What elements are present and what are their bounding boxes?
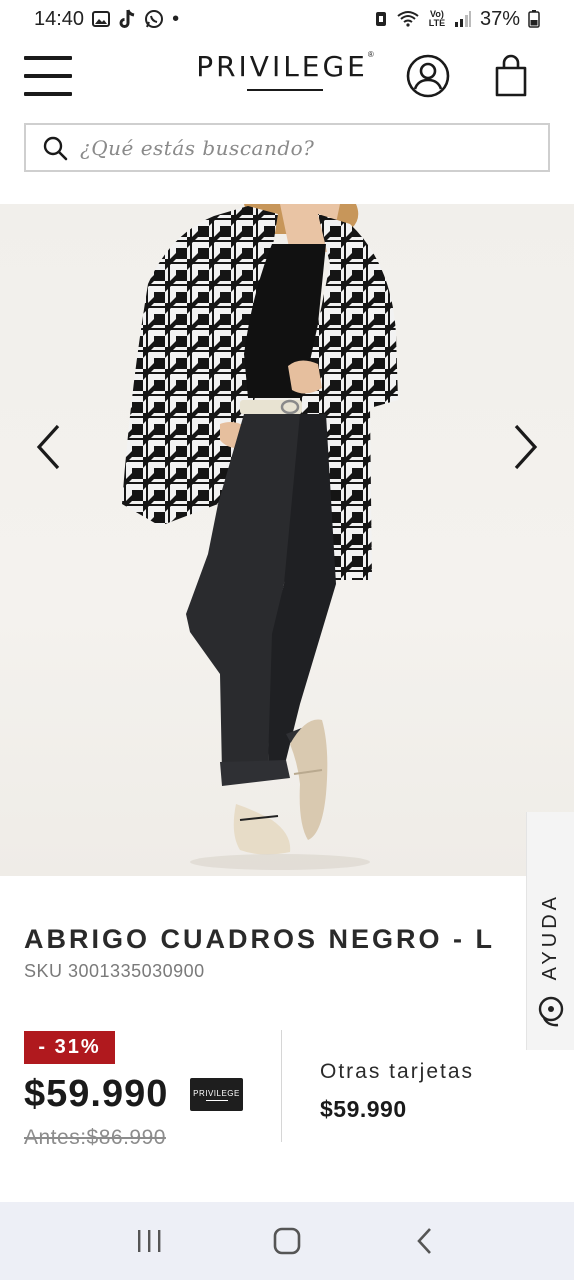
brand-underline xyxy=(247,89,323,91)
hamburger-icon-line xyxy=(24,56,72,60)
help-label: AYUDA xyxy=(539,892,561,980)
discount-badge: - 31% xyxy=(24,1031,115,1064)
recent-apps-icon xyxy=(138,1230,161,1252)
privilege-card-underline xyxy=(205,1099,228,1101)
privilege-card-badge: PRIVILEGE xyxy=(190,1078,243,1111)
search-bar[interactable] xyxy=(24,123,550,172)
back-button[interactable] xyxy=(400,1216,450,1266)
home-icon xyxy=(273,1227,301,1255)
chevron-right-icon xyxy=(514,424,538,470)
product-image-carousel[interactable] xyxy=(0,204,574,876)
brand-registered-mark: ® xyxy=(367,50,374,59)
chat-support-icon xyxy=(538,996,563,1027)
tiktok-icon xyxy=(118,9,136,29)
chevron-left-icon xyxy=(36,424,60,470)
account-button[interactable] xyxy=(406,54,450,98)
carousel-prev-button[interactable] xyxy=(28,422,68,472)
home-button[interactable] xyxy=(262,1216,312,1266)
status-right: Vo) LTE 37% xyxy=(374,8,540,31)
hamburger-icon-line xyxy=(24,74,72,78)
recent-apps-button[interactable] xyxy=(124,1216,174,1266)
wifi-icon xyxy=(396,10,420,28)
product-title: ABRIGO CUADROS NEGRO - L xyxy=(24,924,496,954)
gallery-icon xyxy=(92,11,111,27)
price-divider xyxy=(281,1030,282,1142)
price-before: Antes:$86.990 xyxy=(24,1126,166,1149)
battery-percent: 37% xyxy=(479,7,520,30)
network-type: Vo) LTE xyxy=(428,9,446,28)
site-header: PRIVILEGE® xyxy=(0,38,574,116)
status-left: 14:40 • xyxy=(34,8,179,31)
status-time: 14:40 xyxy=(34,7,85,30)
back-icon xyxy=(417,1228,431,1254)
search-input[interactable] xyxy=(80,135,520,160)
system-navigation-bar xyxy=(0,1202,574,1280)
user-icon xyxy=(406,54,450,98)
privilege-card-label: PRIVILEGE xyxy=(193,1088,240,1098)
carousel-next-button[interactable] xyxy=(506,422,546,472)
product-price: $59.990 xyxy=(24,1073,169,1115)
cart-button[interactable] xyxy=(494,54,528,98)
hamburger-icon-line xyxy=(24,92,72,96)
status-dot: • xyxy=(172,7,180,30)
help-button[interactable]: AYUDA xyxy=(526,812,574,1050)
other-cards-label: Otras tarjetas xyxy=(320,1060,475,1083)
product-photo xyxy=(122,204,398,870)
status-bar: 14:40 • Vo) LTE 37% xyxy=(0,0,574,38)
data-saver-icon xyxy=(374,10,388,28)
battery-icon xyxy=(528,10,540,28)
shopping-bag-icon xyxy=(495,54,527,97)
other-cards-price: $59.990 xyxy=(320,1096,407,1122)
whatsapp-icon xyxy=(144,9,164,29)
brand-logo[interactable]: PRIVILEGE® xyxy=(190,50,380,91)
brand-name: PRIVILEGE xyxy=(196,50,368,83)
product-sku: SKU 3001335030900 xyxy=(24,961,205,981)
menu-button[interactable] xyxy=(24,56,72,96)
search-icon xyxy=(43,136,68,160)
signal-icon xyxy=(454,10,472,28)
